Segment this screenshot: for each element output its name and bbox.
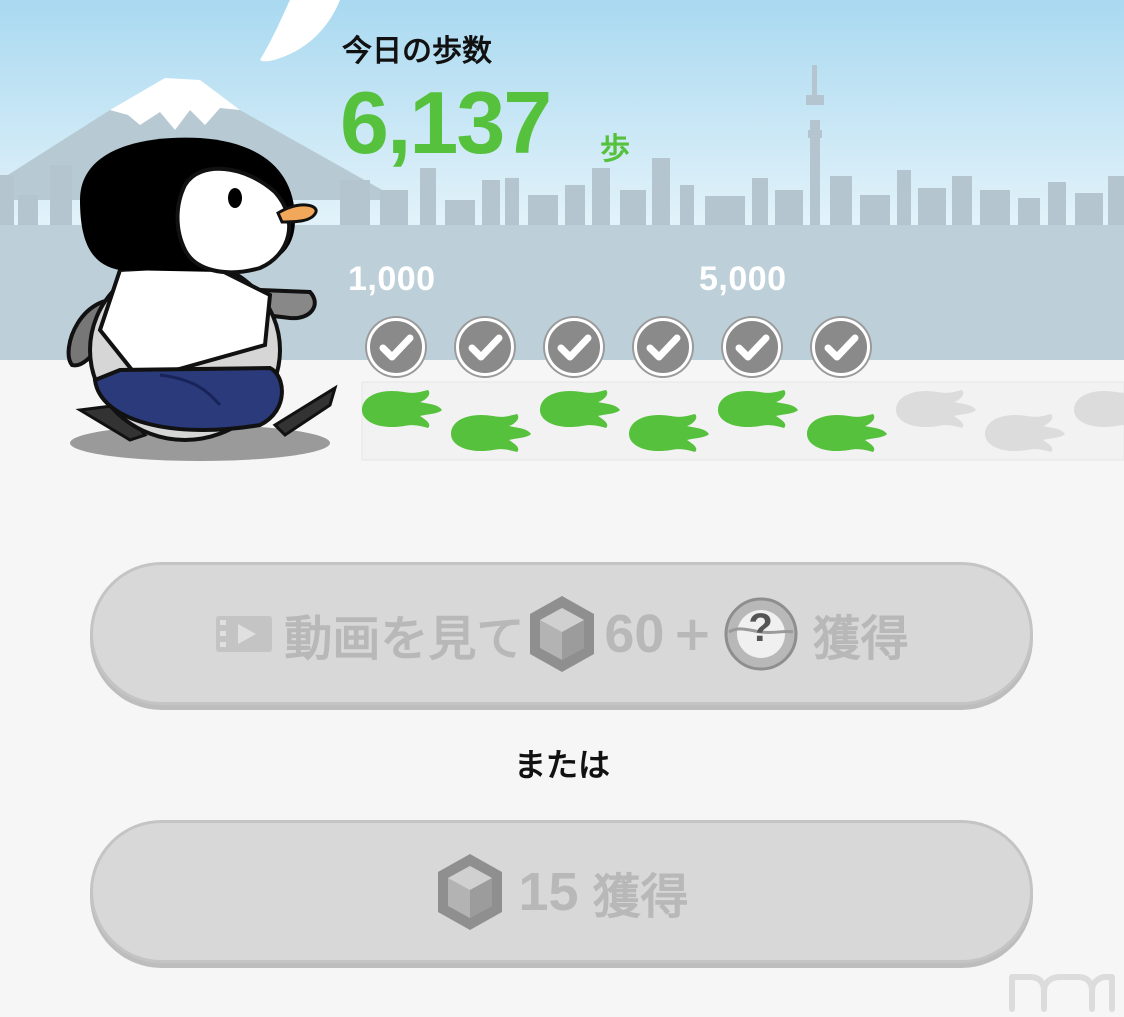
plus-sign: +	[672, 605, 713, 662]
mystery-symbol: ?	[748, 605, 773, 650]
gem-icon	[530, 595, 595, 672]
footprint-empty	[896, 390, 976, 428]
gem-icon	[438, 853, 503, 930]
gem-get-text: 獲得	[592, 868, 689, 925]
footprint-filled	[629, 414, 709, 452]
footprint-empty	[985, 414, 1065, 452]
video-get-text: 獲得	[812, 610, 909, 667]
footprint-filled	[807, 414, 887, 452]
spend-gems-button[interactable]: 15 獲得	[90, 820, 1033, 963]
footprint-filled	[718, 390, 798, 428]
footprint-filled	[540, 390, 620, 428]
gem-cost-amount: 15	[518, 861, 579, 922]
footprint-filled	[451, 414, 531, 452]
watermark-logo	[1009, 974, 1115, 1012]
walking-scene: 今日の歩数 6,137 歩 1,000 5,000	[0, 0, 1124, 470]
footprint-filled	[362, 390, 442, 428]
mystery-ball-icon: ?	[723, 596, 799, 672]
video-icon	[216, 615, 273, 652]
watch-video-text: 動画を見て	[284, 610, 525, 667]
footprint-track	[362, 390, 1124, 452]
or-label: または	[513, 746, 610, 784]
video-gem-amount: 60	[604, 603, 665, 664]
watch-video-button[interactable]: 動画を見て 60 + ? 獲得	[90, 562, 1033, 705]
footprint-empty	[1074, 391, 1124, 427]
